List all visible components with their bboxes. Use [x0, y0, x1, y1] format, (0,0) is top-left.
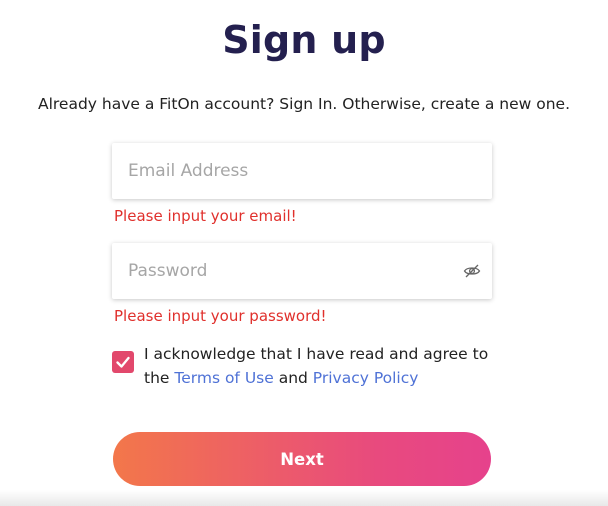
signin-prompt: Already have a FitOn account? Sign In. O…: [37, 95, 571, 113]
privacy-policy-link[interactable]: Privacy Policy: [313, 369, 419, 387]
page-title: Sign up: [222, 18, 386, 62]
signup-page: Sign up Already have a FitOn account? Si…: [0, 0, 608, 506]
password-field[interactable]: [112, 243, 492, 299]
terms-of-use-link[interactable]: Terms of Use: [174, 369, 273, 387]
email-error-message: Please input your email!: [114, 207, 297, 225]
password-input[interactable]: [112, 243, 492, 299]
agreement-and-text: and: [273, 369, 313, 387]
eye-slash-icon[interactable]: [463, 262, 481, 280]
email-input[interactable]: [112, 143, 492, 199]
agreement-text: I acknowledge that I have read and agree…: [144, 342, 494, 390]
checkmark-icon: [116, 356, 130, 368]
email-field[interactable]: [112, 143, 492, 199]
password-error-message: Please input your password!: [114, 307, 327, 325]
agree-checkbox[interactable]: [112, 351, 134, 373]
bottom-shadow: [0, 490, 608, 506]
next-button[interactable]: Next: [113, 432, 491, 486]
